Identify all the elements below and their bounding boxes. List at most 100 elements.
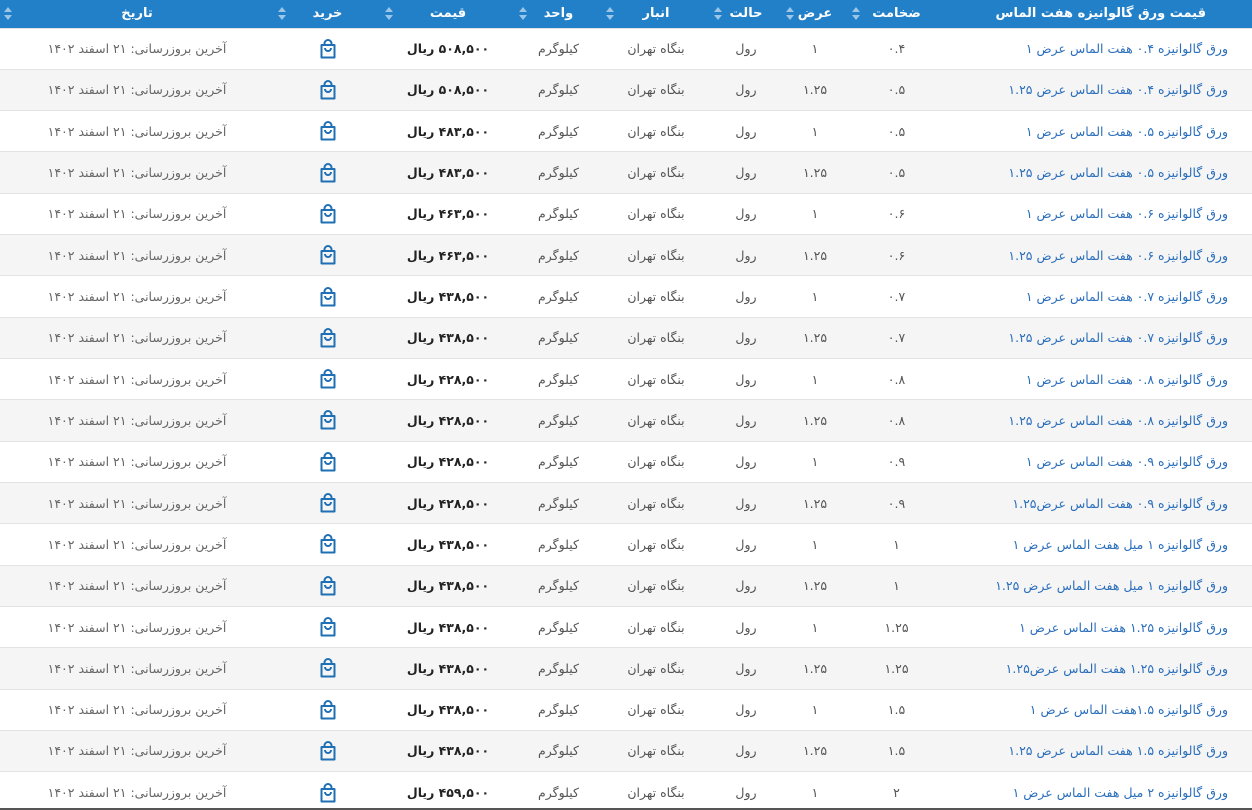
product-name-link[interactable]: ورق گالوانیزه ۱.۲۵ هفت الماس عرض ۱: [945, 606, 1252, 647]
sort-icon[interactable]: [852, 6, 860, 22]
header-price[interactable]: قیمت: [381, 0, 515, 28]
product-name-link[interactable]: ورق گالوانیزه ۰.۶ هفت الماس عرض ۱: [945, 193, 1252, 234]
thickness-cell: ۱: [893, 578, 900, 594]
product-name-link[interactable]: ورق گالوانیزه ۰.۶ هفت الماس عرض ۱.۲۵: [945, 235, 1252, 276]
product-name-link[interactable]: ورق گالوانیزه ۰.۴ هفت الماس عرض ۱.۲۵: [945, 69, 1252, 110]
thickness-cell: ۰.۹: [887, 495, 906, 511]
buy-cell: [274, 152, 381, 193]
shopping-bag-icon[interactable]: [319, 534, 337, 554]
price-cell: ۵۰۸,۵۰۰ ریال: [406, 82, 490, 98]
product-name-link[interactable]: ورق گالوانیزه ۰.۸ هفت الماس عرض ۱.۲۵: [945, 400, 1252, 441]
width-cell: ۱: [811, 371, 819, 387]
shopping-bag-icon[interactable]: [319, 782, 337, 803]
product-name-link[interactable]: ورق گالوانیزه ۲ میل هفت الماس عرض ۱: [945, 772, 1252, 810]
buy-cell: [274, 606, 381, 647]
date-cell: آخرین بروزرسانی: ۲۱ اسفند ۱۴۰۲: [47, 454, 227, 470]
thickness-cell: ۰.۸: [887, 412, 906, 428]
product-name-link[interactable]: ورق گالوانیزه ۰.۵ هفت الماس عرض ۱: [945, 111, 1252, 152]
state-cell: رول: [735, 454, 757, 470]
state-cell: رول: [735, 743, 757, 759]
shopping-bag-icon[interactable]: [319, 699, 337, 720]
product-name-link[interactable]: ورق گالوانیزه ۰.۷ هفت الماس عرض ۱: [945, 276, 1252, 317]
thickness-cell: ۱.۲۵: [884, 619, 909, 635]
shopping-bag-icon[interactable]: [319, 575, 337, 596]
shopping-bag-icon[interactable]: [319, 38, 337, 59]
product-name-link[interactable]: ورق گالوانیزه ۱.۵هفت الماس عرض ۱: [945, 689, 1252, 730]
sort-icon[interactable]: [278, 6, 286, 22]
buy-cell: [274, 111, 381, 152]
header-name[interactable]: قیمت ورق گالوانیزه هفت الماس: [945, 0, 1252, 28]
table-row: ورق گالوانیزه ۰.۸ هفت الماس عرض ۱ ۰.۸ ۱ …: [0, 358, 1252, 400]
shopping-bag-icon[interactable]: [319, 617, 337, 637]
product-name-link[interactable]: ورق گالوانیزه ۱.۲۵ هفت الماس عرض۱.۲۵: [945, 648, 1252, 689]
table-row: ورق گالوانیزه ۲ میل هفت الماس عرض ۱ ۲ ۱ …: [0, 771, 1252, 810]
state-cell: رول: [735, 41, 757, 57]
width-cell: ۱: [811, 123, 819, 139]
product-name-link[interactable]: ورق گالوانیزه ۰.۹ هفت الماس عرض ۱: [945, 441, 1252, 482]
price-cell: ۴۳۸,۵۰۰ ریال: [406, 619, 490, 635]
price-cell: ۴۶۳,۵۰۰ ریال: [406, 247, 490, 263]
unit-cell: کیلوگرم: [538, 536, 579, 552]
product-name-link[interactable]: ورق گالوانیزه ۰.۷ هفت الماس عرض ۱.۲۵: [945, 317, 1252, 358]
shopping-bag-icon[interactable]: [319, 162, 337, 183]
shopping-bag-icon[interactable]: [319, 327, 337, 348]
width-cell: ۱.۲۵: [802, 82, 828, 98]
warehouse-cell: بنگاه تهران: [627, 371, 685, 387]
price-table-container: قیمت ورق گالوانیزه هفت الماس ضخامت عرض ح…: [0, 0, 1252, 810]
shopping-bag-icon[interactable]: [319, 79, 337, 100]
thickness-cell: ۰.۷: [887, 330, 906, 346]
shopping-bag-icon[interactable]: [319, 493, 337, 513]
unit-cell: کیلوگرم: [538, 247, 579, 263]
table-row: ورق گالوانیزه ۰.۸ هفت الماس عرض ۱.۲۵ ۰.۸…: [0, 399, 1252, 442]
shopping-bag-icon[interactable]: [319, 410, 337, 430]
unit-cell: کیلوگرم: [538, 41, 579, 57]
date-cell: آخرین بروزرسانی: ۲۱ اسفند ۱۴۰۲: [47, 123, 227, 139]
price-cell: ۴۳۸,۵۰۰ ریال: [406, 289, 490, 305]
header-width[interactable]: عرض: [782, 0, 848, 28]
shopping-bag-icon[interactable]: [319, 203, 337, 224]
width-cell: ۱: [811, 206, 819, 222]
product-name-link[interactable]: ورق گالوانیزه ۰.۵ هفت الماس عرض ۱.۲۵: [945, 152, 1252, 193]
sort-icon[interactable]: [385, 6, 393, 22]
date-cell: آخرین بروزرسانی: ۲۱ اسفند ۱۴۰۲: [47, 206, 227, 222]
shopping-bag-icon[interactable]: [319, 451, 337, 472]
product-name-link[interactable]: ورق گالوانیزه ۰.۸ هفت الماس عرض ۱: [945, 359, 1252, 400]
warehouse-cell: بنگاه تهران: [627, 41, 685, 57]
state-cell: رول: [735, 412, 757, 428]
sort-icon[interactable]: [606, 6, 614, 22]
sort-icon[interactable]: [786, 6, 794, 22]
sort-icon[interactable]: [519, 6, 527, 22]
table-row: ورق گالوانیزه ۰.۴ هفت الماس عرض ۱.۲۵ ۰.۵…: [0, 69, 1252, 111]
warehouse-cell: بنگاه تهران: [627, 454, 685, 470]
header-date[interactable]: تاریخ: [0, 0, 274, 28]
product-name-link[interactable]: ورق گالوانیزه ۰.۴ هفت الماس عرض ۱: [945, 28, 1252, 69]
unit-cell: کیلوگرم: [538, 289, 579, 305]
shopping-bag-icon[interactable]: [319, 658, 337, 678]
header-buy[interactable]: خرید: [274, 0, 381, 28]
product-name-link[interactable]: ورق گالوانیزه ۱ میل هفت الماس عرض ۱.۲۵: [945, 565, 1252, 606]
shopping-bag-icon[interactable]: [319, 740, 337, 761]
width-cell: ۱.۲۵: [802, 412, 828, 428]
sort-icon[interactable]: [4, 6, 12, 22]
width-cell: ۱: [811, 41, 819, 57]
header-unit[interactable]: واحد: [515, 0, 602, 28]
date-cell: آخرین بروزرسانی: ۲۱ اسفند ۱۴۰۲: [47, 412, 227, 428]
header-state[interactable]: حالت: [710, 0, 782, 28]
thickness-cell: ۱.۲۵: [884, 660, 909, 676]
unit-cell: کیلوگرم: [538, 454, 579, 470]
product-name-link[interactable]: ورق گالوانیزه ۱ میل هفت الماس عرض ۱: [945, 524, 1252, 565]
warehouse-cell: بنگاه تهران: [627, 82, 685, 98]
product-name-link[interactable]: ورق گالوانیزه ۱.۵ هفت الماس عرض ۱.۲۵: [945, 730, 1252, 771]
header-warehouse[interactable]: انبار: [602, 0, 710, 28]
warehouse-cell: بنگاه تهران: [627, 536, 685, 552]
shopping-bag-icon[interactable]: [319, 245, 337, 265]
price-cell: ۴۳۸,۵۰۰ ریال: [406, 330, 490, 346]
buy-cell: [274, 730, 381, 771]
header-thickness[interactable]: ضخامت: [848, 0, 945, 28]
sort-icon[interactable]: [714, 6, 722, 22]
product-name-link[interactable]: ورق گالوانیزه ۰.۹ هفت الماس عرض۱.۲۵: [945, 482, 1252, 523]
shopping-bag-icon[interactable]: [319, 369, 337, 389]
price-cell: ۴۳۸,۵۰۰ ریال: [406, 536, 490, 552]
shopping-bag-icon[interactable]: [319, 286, 337, 307]
shopping-bag-icon[interactable]: [319, 121, 337, 141]
